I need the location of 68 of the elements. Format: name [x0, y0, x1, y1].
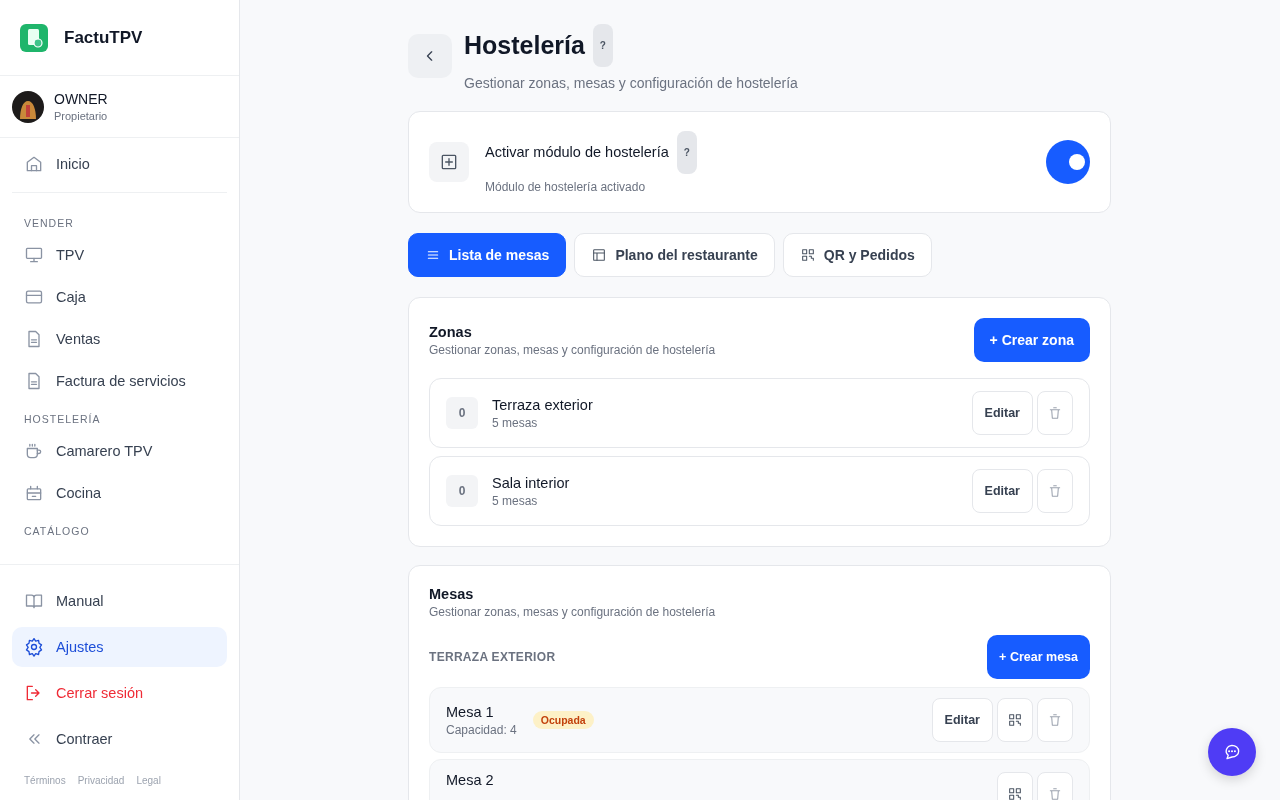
edit-button[interactable]: Editar	[971, 391, 1033, 435]
card-title: Zonas	[429, 323, 473, 340]
module-status: Módulo de hostelería activado	[485, 179, 647, 194]
tab[interactable]: QR y Pedidos	[782, 233, 932, 277]
nav-item[interactable]: TPV	[12, 235, 227, 275]
toggle-switch[interactable]	[1046, 140, 1090, 184]
qr-code-icon	[799, 247, 816, 263]
nav-item[interactable]: Camarero TPV	[12, 431, 227, 471]
nav-item[interactable]: Cocina	[12, 473, 227, 513]
table-count: 0	[446, 475, 478, 507]
zone-name: Terraza exterior	[492, 396, 594, 413]
edit-button[interactable]: Editar	[971, 469, 1033, 513]
brand-name: FactuTPV	[64, 27, 143, 48]
table-icon	[591, 247, 608, 263]
cup-icon	[24, 441, 44, 461]
trash-icon	[1047, 405, 1063, 421]
nav-item[interactable]: Inicio	[12, 144, 227, 184]
status-badge: Ocupada	[532, 711, 594, 729]
user-role: Propietario	[54, 110, 108, 122]
zone-tables: 5 mesas	[492, 493, 968, 508]
settings-icon	[24, 637, 44, 657]
qr-code-icon	[1007, 712, 1023, 728]
nav-item[interactable]: Manual	[12, 581, 227, 621]
create-table-button[interactable]: + Crear mesa	[987, 635, 1090, 679]
nav-item[interactable]: Ventas	[12, 319, 227, 359]
help-button[interactable]: ?	[592, 24, 613, 67]
edit-button[interactable]: Editar	[931, 698, 993, 742]
section-label: HOSTELERÍA	[23, 412, 102, 427]
chat-button[interactable]	[1208, 728, 1256, 776]
nav-item[interactable]: Contraer	[12, 719, 227, 759]
monitor-icon	[24, 245, 44, 265]
trash-icon	[1047, 483, 1063, 499]
zone-heading: TERRAZA EXTERIOR	[429, 650, 556, 664]
tab[interactable]: Lista de mesas	[408, 233, 567, 277]
plus-square-icon	[439, 152, 459, 172]
table-capacity: Capacidad: 4	[446, 722, 517, 737]
user-avatar	[12, 90, 44, 123]
module-title: Activar módulo de hostelería	[485, 144, 669, 160]
trash-icon	[1047, 712, 1063, 728]
delete-button[interactable]	[1037, 469, 1073, 513]
nav-item[interactable]: Factura de servicios	[12, 361, 227, 401]
nav-item[interactable]: Caja	[12, 277, 227, 317]
nav-item[interactable]: Ajustes	[12, 627, 227, 667]
back-button[interactable]	[408, 34, 452, 78]
card-title: Mesas	[429, 586, 475, 602]
home-icon	[24, 154, 44, 174]
page-subtitle: Gestionar zonas, mesas y configuración de hostelería	[464, 75, 798, 91]
trash-icon	[1047, 786, 1063, 800]
tab[interactable]: Plano del restaurante	[574, 233, 775, 277]
nav-item[interactable]: Cerrar sesión	[12, 673, 227, 713]
table-name: Mesa 1	[446, 703, 495, 720]
page-title: Hostelería	[464, 31, 585, 60]
table-name: Mesa 2	[446, 772, 494, 788]
help-button[interactable]: ?	[676, 130, 697, 174]
create-zone-button[interactable]: + Crear zona	[973, 318, 1090, 362]
zone-name: Sala interior	[492, 474, 571, 491]
card-subtitle: Gestionar zonas, mesas y configuración de hostelería	[429, 605, 717, 619]
zone-tables: 5 mesas	[492, 415, 968, 430]
qr-code-icon	[1007, 786, 1023, 800]
pot-icon	[24, 483, 44, 503]
section-label: CATÁLOGO	[23, 524, 91, 539]
section-label: VENDER	[23, 216, 75, 231]
card-subtitle: Gestionar zonas, mesas y configuración de hostelería	[429, 342, 716, 357]
table-count: 0	[446, 397, 478, 429]
qr-button[interactable]	[997, 698, 1033, 742]
user-name: OWNER	[54, 91, 108, 107]
app-logo	[20, 23, 48, 52]
delete-button[interactable]	[1037, 391, 1073, 435]
